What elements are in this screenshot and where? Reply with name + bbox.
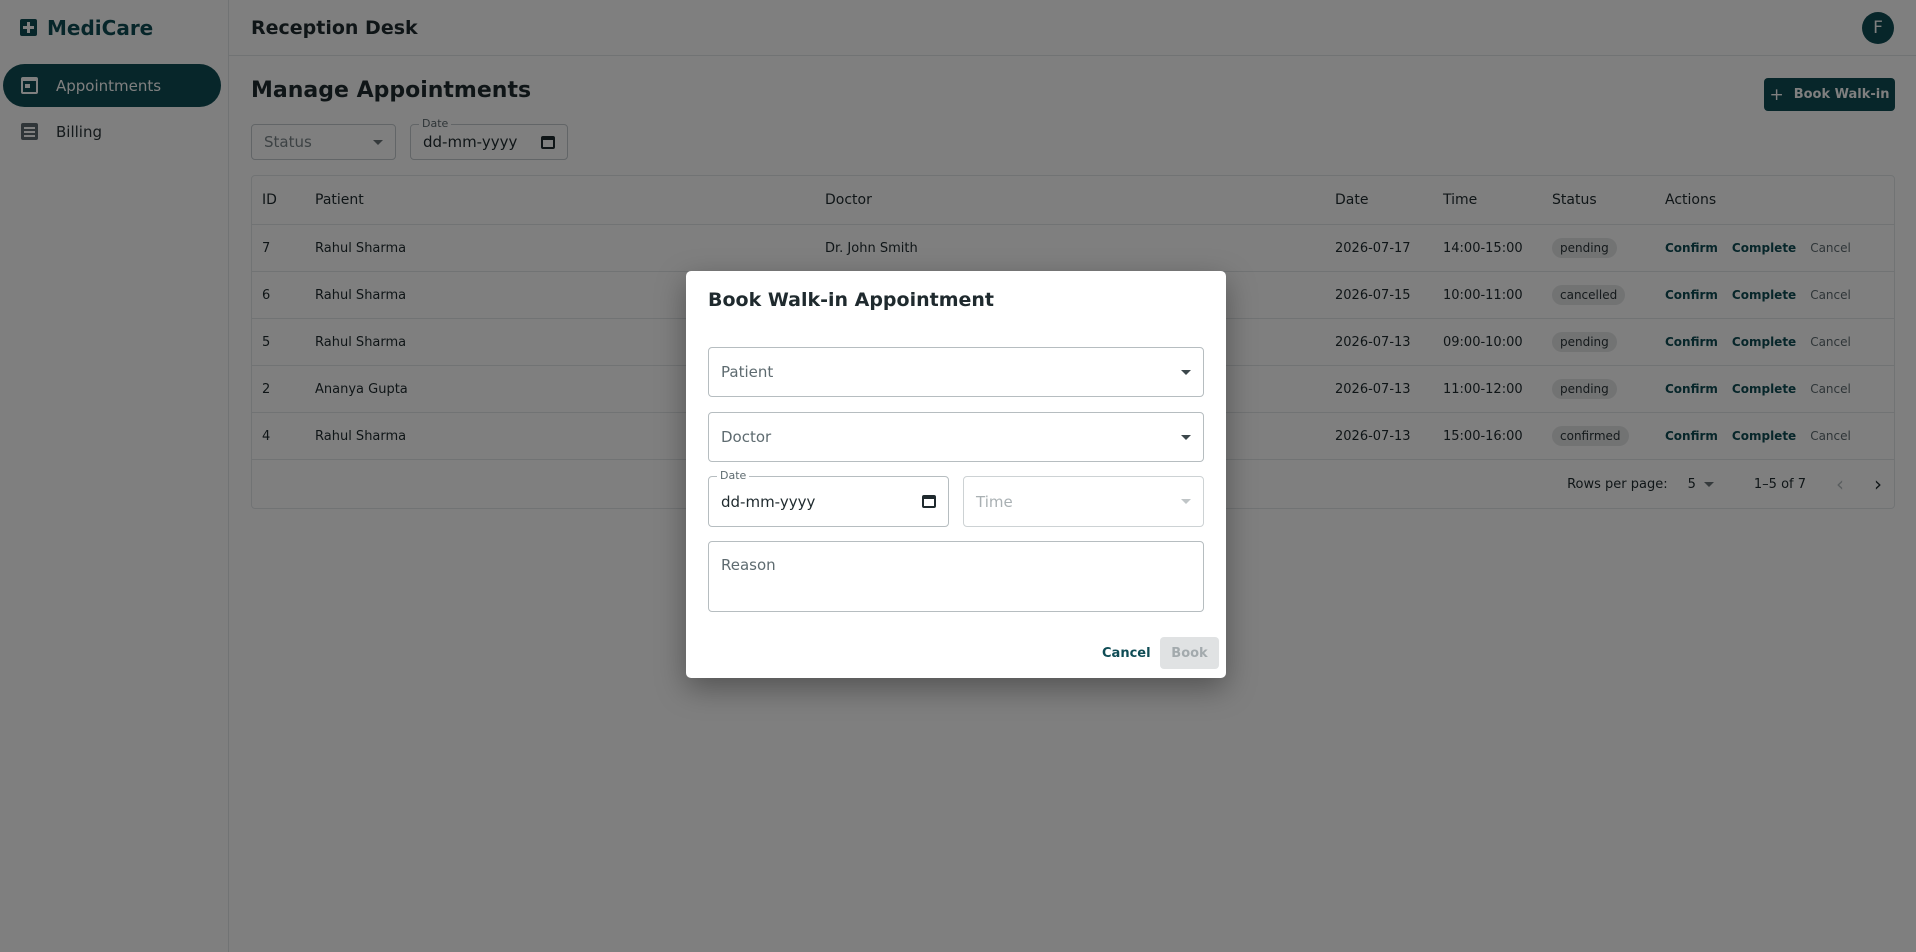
dialog-cancel-button[interactable]: Cancel bbox=[1102, 646, 1151, 661]
calendar-picker-icon[interactable] bbox=[922, 495, 936, 508]
patient-select[interactable]: Patient bbox=[708, 347, 1204, 397]
patient-placeholder: Patient bbox=[721, 363, 774, 381]
doctor-select[interactable]: Doctor bbox=[708, 412, 1204, 462]
date-input[interactable]: Date dd-mm-yyyy bbox=[708, 469, 949, 527]
date-field-value: dd-mm-yyyy bbox=[721, 492, 816, 511]
time-select[interactable]: Time bbox=[963, 476, 1204, 527]
chevron-down-icon bbox=[1181, 499, 1191, 504]
chevron-down-icon bbox=[1181, 434, 1191, 440]
dialog-book-button[interactable]: Book bbox=[1160, 637, 1219, 669]
time-placeholder: Time bbox=[976, 492, 1013, 511]
book-walkin-dialog: Book Walk-in Appointment Patient Doctor … bbox=[686, 271, 1226, 678]
dialog-title: Book Walk-in Appointment bbox=[708, 289, 995, 311]
reason-placeholder: Reason bbox=[721, 556, 776, 574]
doctor-placeholder: Doctor bbox=[721, 428, 772, 446]
date-field-label: Date bbox=[717, 469, 750, 482]
chevron-down-icon bbox=[1181, 369, 1191, 375]
reason-textarea[interactable]: Reason bbox=[708, 541, 1204, 612]
